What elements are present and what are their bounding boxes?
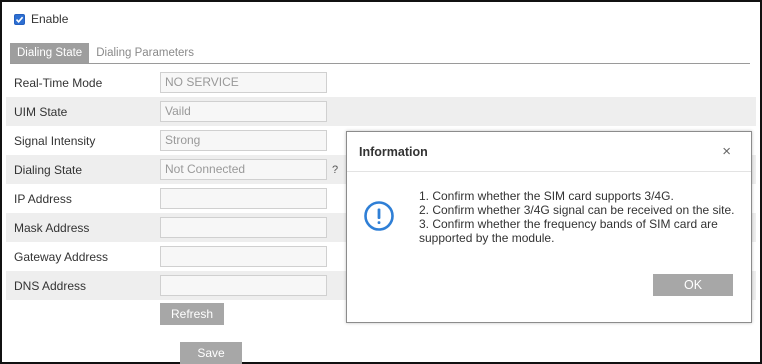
tab-bar: Dialing State Dialing Parameters <box>10 43 750 64</box>
dialog-message: 1. Confirm whether the SIM card supports… <box>419 189 739 245</box>
dialing-state-field[interactable]: Not Connected <box>160 159 327 180</box>
gateway-address-label: Gateway Address <box>14 249 109 264</box>
mask-address-field[interactable] <box>160 217 327 238</box>
mask-address-label: Mask Address <box>14 220 90 235</box>
tab-dialing-state[interactable]: Dialing State <box>10 43 90 63</box>
dialog-title: Information <box>359 144 428 159</box>
dns-address-label: DNS Address <box>14 278 87 293</box>
gateway-address-field[interactable] <box>160 246 327 267</box>
dialog-body: 1. Confirm whether the SIM card supports… <box>363 189 739 254</box>
settings-panel: Enable Dialing State Dialing Parameters … <box>0 0 762 364</box>
enable-option[interactable]: Enable <box>14 12 68 26</box>
signal-intensity-label: Signal Intensity <box>14 133 96 148</box>
enable-checkbox[interactable] <box>14 13 25 25</box>
signal-intensity-field[interactable]: Strong <box>160 130 327 151</box>
refresh-button[interactable]: Refresh <box>160 303 224 325</box>
checkmark-icon <box>15 16 24 23</box>
info-circle-icon <box>364 201 394 231</box>
ip-address-field[interactable] <box>160 188 327 209</box>
tab-dialing-parameters[interactable]: Dialing Parameters <box>89 43 201 63</box>
message-line-3: 3. Confirm whether the frequency bands o… <box>419 217 718 245</box>
real-time-mode-field[interactable]: NO SERVICE <box>160 72 327 93</box>
uim-state-field[interactable]: Vaild <box>160 101 327 122</box>
real-time-mode-label: Real-Time Mode <box>14 75 103 90</box>
dialing-state-label: Dialing State <box>14 162 83 177</box>
dialog-header: Information × <box>347 132 751 172</box>
message-line-1: 1. Confirm whether the SIM card supports… <box>419 189 674 203</box>
field-row-real-time-mode: Real-Time Mode NO SERVICE <box>6 68 756 97</box>
uim-state-label: UIM State <box>14 104 68 119</box>
field-row-uim-state: UIM State Vaild <box>6 97 756 126</box>
ip-address-label: IP Address <box>14 191 72 206</box>
message-line-2: 2. Confirm whether 3/4G signal can be re… <box>419 203 735 217</box>
close-icon[interactable]: × <box>722 143 731 160</box>
information-dialog: Information × 1. Confirm whether the SIM… <box>346 131 752 323</box>
help-icon[interactable]: ? <box>332 164 338 176</box>
ok-button[interactable]: OK <box>653 274 733 296</box>
dns-address-field[interactable] <box>160 275 327 296</box>
enable-label: Enable <box>31 12 69 26</box>
save-button[interactable]: Save <box>180 342 242 364</box>
